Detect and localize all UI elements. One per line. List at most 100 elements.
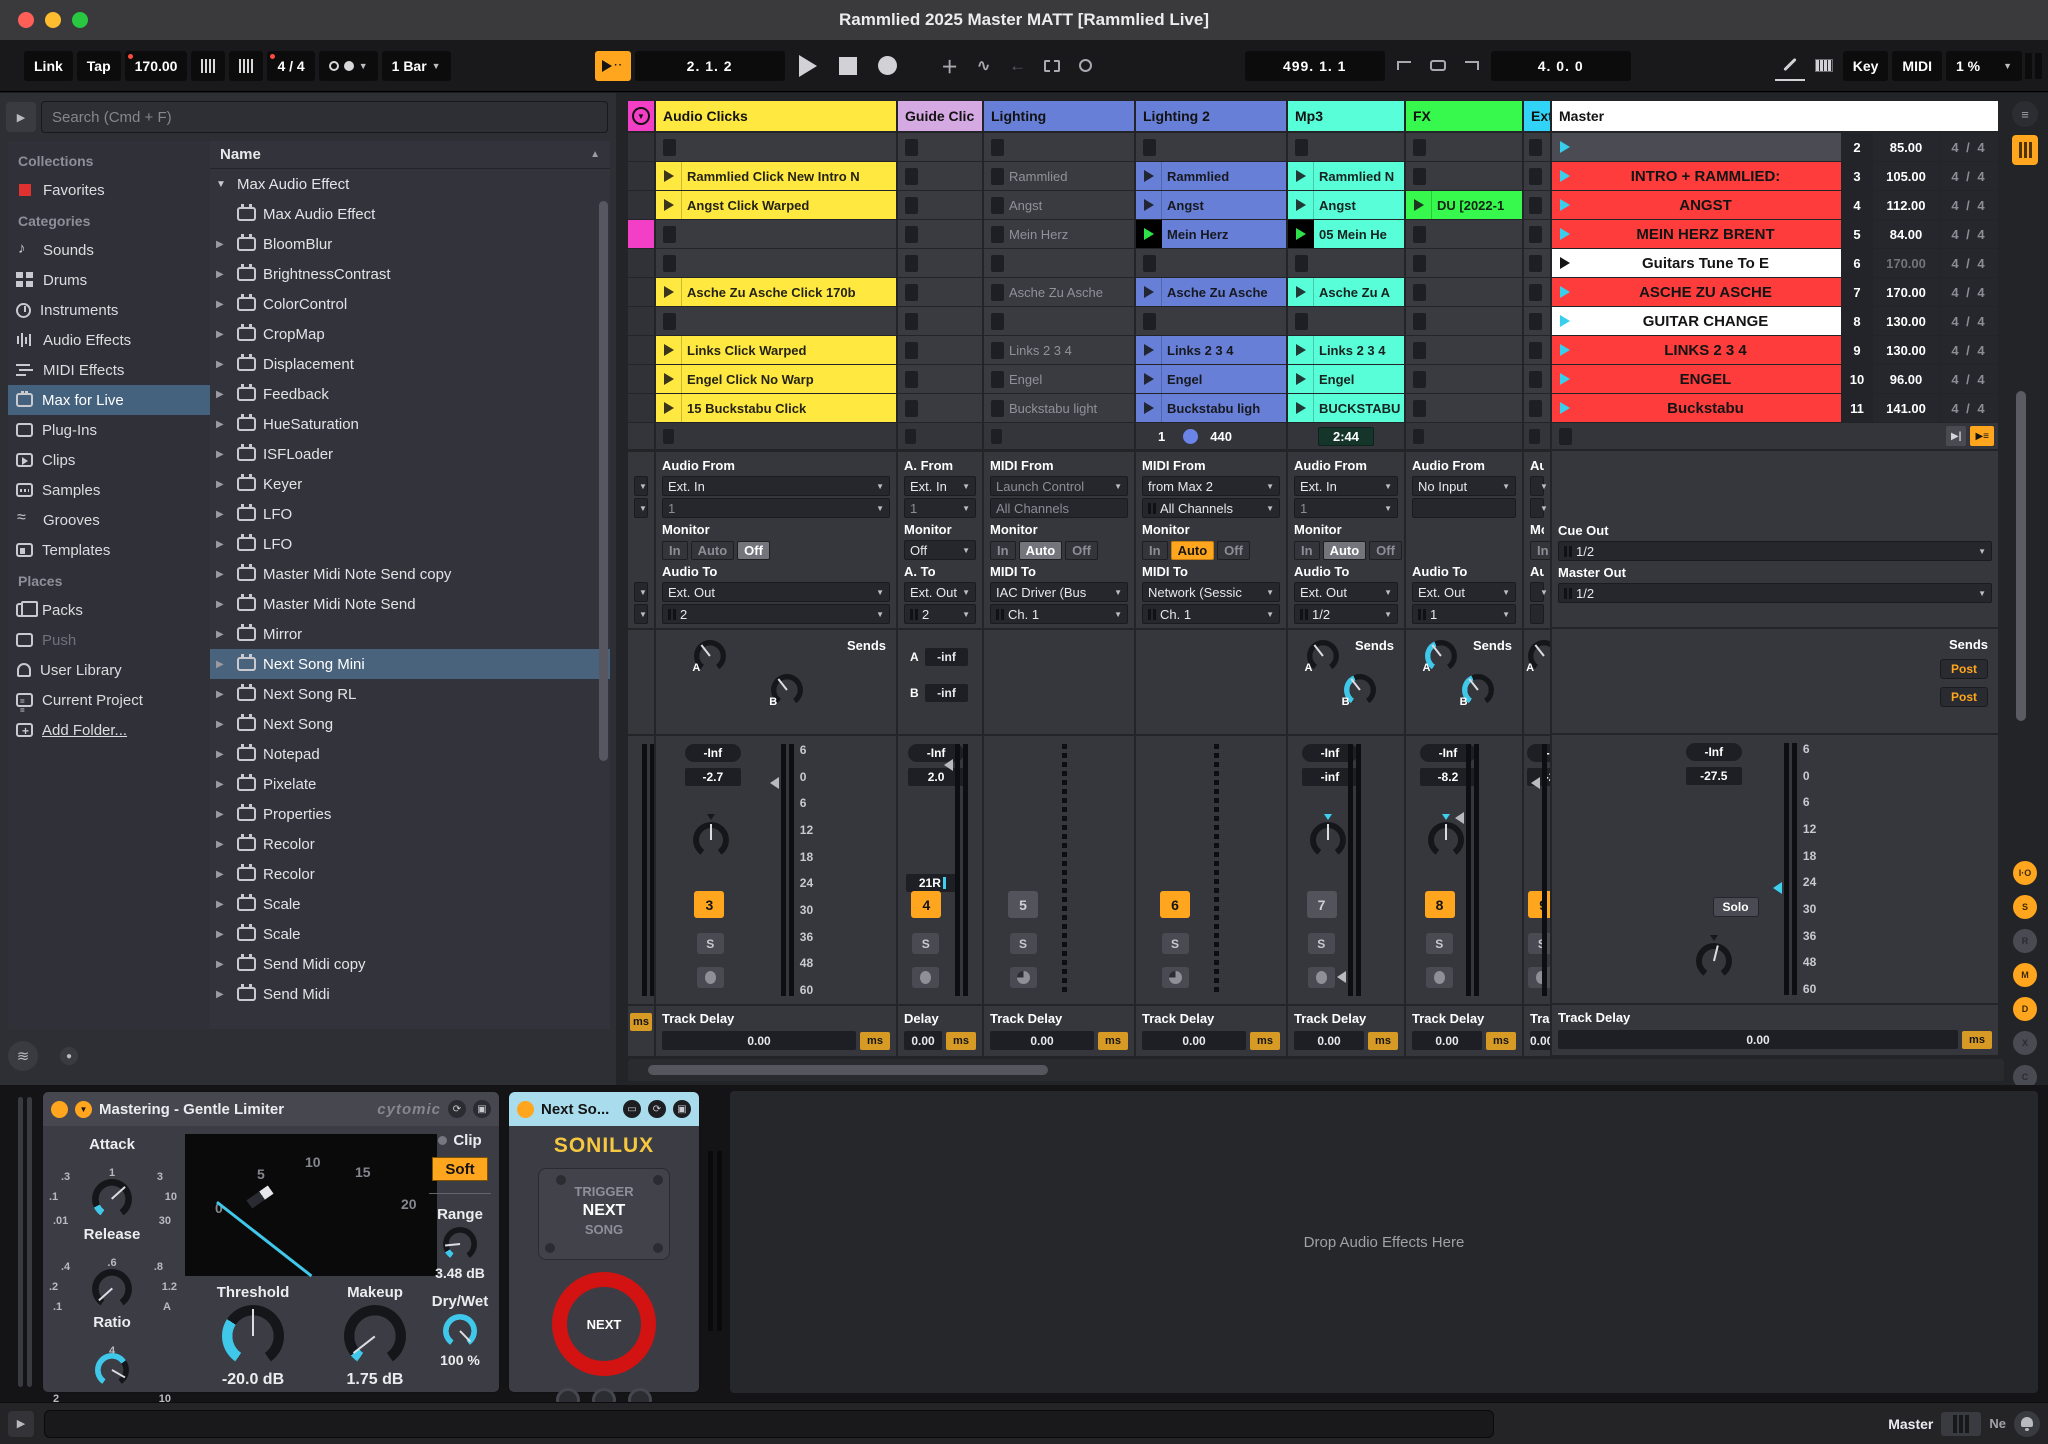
io-row[interactable]: Launch Control ▼ (990, 476, 1128, 496)
monitor-option-button[interactable]: Auto (1323, 541, 1367, 560)
scene-time-signature-field[interactable]: 4 / 4 (1940, 220, 1998, 248)
clip-stop-button[interactable] (663, 255, 676, 272)
device-view-rail[interactable] (18, 1091, 34, 1392)
device-on-button[interactable] (51, 1101, 68, 1118)
clip-play-button[interactable] (1288, 394, 1314, 422)
clip-stop-button[interactable] (1413, 139, 1426, 156)
monitor-option-button[interactable]: Off (1065, 541, 1098, 560)
io-row[interactable]: Audio From (1294, 456, 1398, 474)
io-row[interactable]: All Channels (990, 498, 1128, 518)
hot-swap-icon[interactable]: ⟳ (448, 1100, 466, 1118)
clip-slot[interactable]: 1 440 (1136, 423, 1286, 449)
browser-list-item[interactable]: ▶ BrightnessContrast (210, 259, 610, 289)
clip-stop-button[interactable] (1143, 313, 1156, 330)
volume-fader[interactable] (1348, 744, 1361, 996)
clip-slot[interactable] (1524, 191, 1550, 219)
clip-slot[interactable]: Asche Zu Asche Click 170b (656, 278, 896, 306)
notification-bell-icon[interactable] (2014, 1411, 2040, 1437)
clip-play-button[interactable] (656, 278, 682, 306)
browser-list-item[interactable]: ▶ Master Midi Note Send (210, 589, 610, 619)
clip-stop-button[interactable] (1143, 139, 1156, 156)
track-delay-field[interactable]: 0.00 (1412, 1031, 1482, 1050)
browser-list-item[interactable]: ▶ Master Midi Note Send copy (210, 559, 610, 589)
clip-slot[interactable] (628, 336, 654, 364)
mixer-section-toggle[interactable]: D (2013, 997, 2037, 1021)
pan-display[interactable]: 21R (906, 874, 958, 892)
clip-play-button[interactable] (1288, 220, 1314, 248)
clip-slot[interactable] (1524, 220, 1550, 248)
save-preset-icon[interactable]: ▣ (473, 1100, 491, 1118)
send-knob[interactable]: B (1462, 674, 1494, 706)
clip-slot[interactable]: Asche Zu A (1288, 278, 1404, 306)
volume-fader[interactable] (781, 744, 794, 996)
monitor-option-button[interactable]: In (1530, 541, 1550, 560)
clip-slot[interactable] (1288, 249, 1404, 277)
volume-fader[interactable] (1542, 744, 1550, 996)
send-pre-post-toggle[interactable]: Post (1940, 659, 1988, 679)
io-row[interactable]: ▼ (634, 582, 648, 602)
attack-knob[interactable] (92, 1179, 132, 1219)
send-knob[interactable]: B (1344, 674, 1376, 706)
clip-stop-button[interactable] (663, 139, 676, 156)
draw-mode-button[interactable] (1775, 51, 1805, 81)
ratio-knob[interactable] (95, 1353, 129, 1387)
computer-midi-keyboard-button[interactable] (1809, 51, 1839, 81)
io-row[interactable]: Monitor (1142, 520, 1280, 538)
punch-in-button[interactable] (1389, 51, 1419, 81)
track-header[interactable]: Lighting 2 (1136, 101, 1286, 131)
clip-slot[interactable] (984, 307, 1134, 335)
tap-tempo-button[interactable]: Tap (77, 51, 121, 81)
clip-stop-button[interactable] (1413, 226, 1426, 243)
scene-tempo-field[interactable]: 130.00 (1873, 307, 1939, 335)
sidebar-item[interactable]: Drums (8, 265, 210, 295)
clip-play-button[interactable] (1288, 336, 1314, 364)
clip-slot[interactable] (656, 249, 896, 277)
clip-stop-button[interactable] (1413, 313, 1426, 330)
scene-launch-button[interactable]: MEIN HERZ BRENT (1552, 220, 1841, 248)
list-scrollbar[interactable] (599, 201, 608, 761)
fader-handle[interactable] (770, 777, 779, 789)
arrangement-overdub-button[interactable] (1071, 51, 1101, 81)
clip-play-button[interactable] (656, 162, 682, 190)
io-row[interactable]: Monitor (904, 520, 976, 538)
scene-launch-button[interactable]: GUITAR CHANGE (1552, 307, 1841, 335)
sidebar-item[interactable]: Plug-Ins (8, 415, 210, 445)
send-knob[interactable]: A (1425, 640, 1457, 672)
loop-length-field[interactable]: 4. 0. 0 (1491, 51, 1631, 81)
clip-slot[interactable] (1406, 249, 1522, 277)
clip-slot[interactable] (628, 249, 654, 277)
clip-slot[interactable] (1524, 162, 1550, 190)
groove-pool-button[interactable]: ≋ (8, 1041, 38, 1071)
solo-button[interactable]: S (1162, 933, 1189, 954)
scene-time-signature-field[interactable]: 4 / 4 (1940, 133, 1998, 161)
io-row[interactable]: 1/2 ▼ (1558, 583, 1992, 603)
clip-stop-button[interactable] (1529, 371, 1542, 388)
track-header[interactable]: Mp3 (1288, 101, 1404, 131)
clip-stop-button[interactable] (1413, 342, 1426, 359)
clip-slot[interactable]: Angst Click Warped (656, 191, 896, 219)
send-knob[interactable]: A (1307, 640, 1339, 672)
io-row[interactable]: 1 ▼ (1412, 604, 1516, 624)
fader-handle[interactable] (1337, 971, 1346, 983)
io-row[interactable]: 1 ▼ (1294, 498, 1398, 518)
clip-stop-button[interactable] (991, 255, 1004, 272)
browser-list-item[interactable]: ▶ Notepad (210, 739, 610, 769)
fader-handle[interactable] (1773, 882, 1782, 894)
clip-stop-button[interactable] (905, 429, 916, 444)
solo-button[interactable]: S (1426, 933, 1453, 954)
io-row[interactable] (1412, 538, 1516, 562)
sidebar-item[interactable]: Templates (8, 535, 210, 565)
monitor-option-button[interactable]: Auto (1019, 541, 1063, 560)
clip-slot[interactable] (1524, 249, 1550, 277)
clip-slot[interactable]: Engel Click No Warp (656, 365, 896, 393)
io-row[interactable]: MIDI To (1142, 562, 1280, 580)
send-pre-post-toggle[interactable]: Post (1940, 687, 1988, 707)
scene-launch-button[interactable]: ENGEL (1552, 365, 1841, 393)
scene-launch-button[interactable]: ASCHE ZU ASCHE (1552, 278, 1841, 306)
io-row[interactable]: ▼ (634, 476, 648, 496)
io-row[interactable]: InAutoOff (990, 539, 1128, 561)
clip-play-button[interactable] (1288, 278, 1314, 306)
clip-stop-button[interactable] (1413, 400, 1426, 417)
key-map-button[interactable]: Key (1843, 51, 1889, 81)
clip-slot[interactable] (898, 336, 982, 364)
